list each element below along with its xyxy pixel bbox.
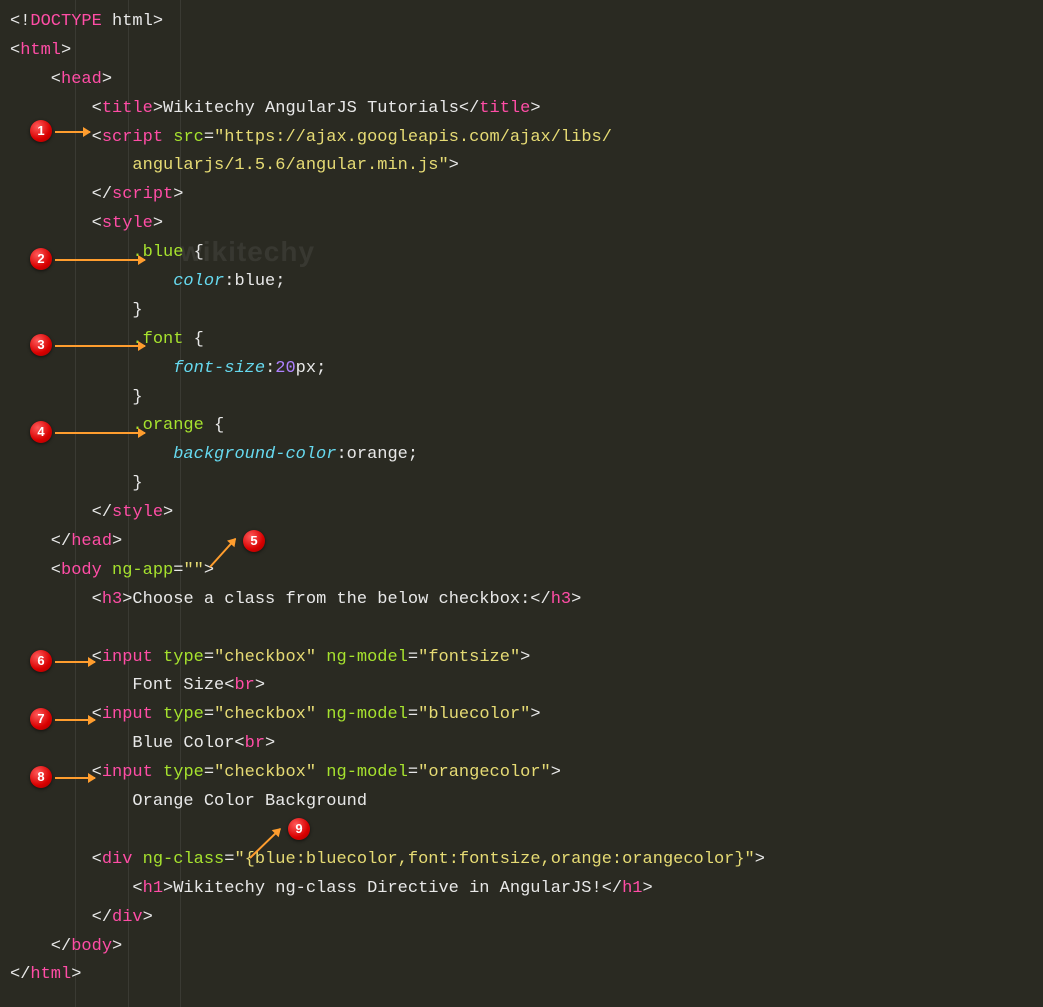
code-line: <input type="checkbox" ng-model="orangec… — [10, 759, 1033, 788]
code-line: <h1>Wikitechy ng-class Directive in Angu… — [10, 875, 1033, 904]
code-line: background-color:orange; — [10, 441, 1033, 470]
code-line: <div ng-class="{blue:bluecolor,font:font… — [10, 846, 1033, 875]
annotation-badge-4: 4 — [30, 421, 52, 443]
annotation-arrow — [55, 432, 145, 434]
annotation-arrow — [55, 259, 145, 261]
code-line: } — [10, 297, 1033, 326]
annotation-badge-8: 8 — [30, 766, 52, 788]
code-line: .blue { — [10, 239, 1033, 268]
code-line: Font Size<br> — [10, 672, 1033, 701]
code-line: angularjs/1.5.6/angular.min.js"> — [10, 152, 1033, 181]
code-line: <head> — [10, 66, 1033, 95]
code-line: <html> — [10, 37, 1033, 66]
code-line: <input type="checkbox" ng-model="bluecol… — [10, 701, 1033, 730]
annotation-arrow — [55, 345, 145, 347]
code-line: } — [10, 470, 1033, 499]
annotation-badge-1: 1 — [30, 120, 52, 142]
annotation-badge-5: 5 — [243, 530, 265, 552]
code-line: Orange Color Background — [10, 788, 1033, 817]
annotation-badge-9: 9 — [288, 818, 310, 840]
code-line: </html> — [10, 961, 1033, 990]
code-line: <script src="https://ajax.googleapis.com… — [10, 124, 1033, 153]
code-line: <h3>Choose a class from the below checkb… — [10, 586, 1033, 615]
annotation-arrow — [55, 131, 90, 133]
code-line: .orange { — [10, 412, 1033, 441]
annotation-arrow — [55, 661, 95, 663]
code-line: </body> — [10, 933, 1033, 962]
code-line: </head> — [10, 528, 1033, 557]
code-line: Blue Color<br> — [10, 730, 1033, 759]
annotation-arrow — [55, 719, 95, 721]
code-line: .font { — [10, 326, 1033, 355]
code-line: <body ng-app=""> — [10, 557, 1033, 586]
code-line: } — [10, 384, 1033, 413]
code-line: <style> — [10, 210, 1033, 239]
code-line: </div> — [10, 904, 1033, 933]
code-line: <title>Wikitechy AngularJS Tutorials</ti… — [10, 95, 1033, 124]
code-line: font-size:20px; — [10, 355, 1033, 384]
annotation-badge-7: 7 — [30, 708, 52, 730]
annotation-arrow — [55, 777, 95, 779]
code-line: </script> — [10, 181, 1033, 210]
code-line: color:blue; — [10, 268, 1033, 297]
code-line: <!DOCTYPE html> — [10, 8, 1033, 37]
annotation-badge-2: 2 — [30, 248, 52, 270]
code-editor: wikitechy <!DOCTYPE html> <html> <head> … — [0, 0, 1043, 1007]
code-line: <input type="checkbox" ng-model="fontsiz… — [10, 644, 1033, 673]
code-line: </style> — [10, 499, 1033, 528]
code-line — [10, 615, 1033, 644]
annotation-badge-3: 3 — [30, 334, 52, 356]
code-line — [10, 817, 1033, 846]
annotation-badge-6: 6 — [30, 650, 52, 672]
